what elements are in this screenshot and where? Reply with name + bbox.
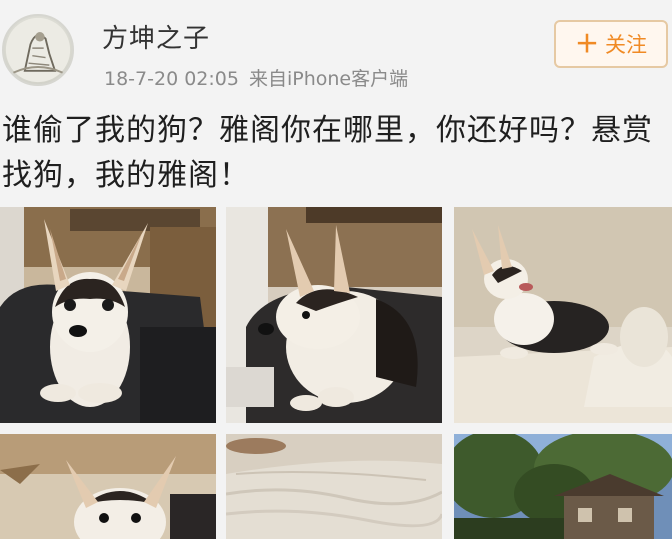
- photo-corgi-closeup[interactable]: [0, 434, 216, 539]
- plus-icon: ＋: [575, 30, 599, 58]
- avatar-sketch-image: [5, 17, 71, 83]
- post-source: 来自iPhone客户端: [248, 68, 409, 90]
- photo-carpet[interactable]: [226, 434, 442, 539]
- photo-corgi-on-sofa[interactable]: [454, 207, 672, 423]
- post-meta: 18-7-20 02:05 来自iPhone客户端: [104, 64, 408, 91]
- author-name[interactable]: 方坤之子: [102, 18, 210, 55]
- photo-5-image: [226, 434, 442, 539]
- photo-corgi-on-chair-facing[interactable]: [0, 207, 216, 423]
- photo-corgi-on-chair-profile[interactable]: [226, 207, 442, 423]
- photo-6-image: [454, 434, 672, 539]
- photo-1-image: [0, 207, 216, 423]
- photo-trees-and-house[interactable]: [454, 434, 672, 539]
- follow-button[interactable]: ＋ 关注: [554, 20, 668, 68]
- follow-label: 关注: [605, 33, 647, 57]
- post-timestamp: 18-7-20 02:05: [104, 68, 239, 90]
- post-text: 谁偷了我的狗？雅阁你在哪里，你还好吗？悬赏找狗，我的雅阁！: [2, 113, 653, 193]
- photo-2-image: [226, 207, 442, 423]
- avatar[interactable]: [2, 14, 74, 86]
- photo-4-image: [0, 434, 216, 539]
- photo-3-image: [454, 207, 672, 423]
